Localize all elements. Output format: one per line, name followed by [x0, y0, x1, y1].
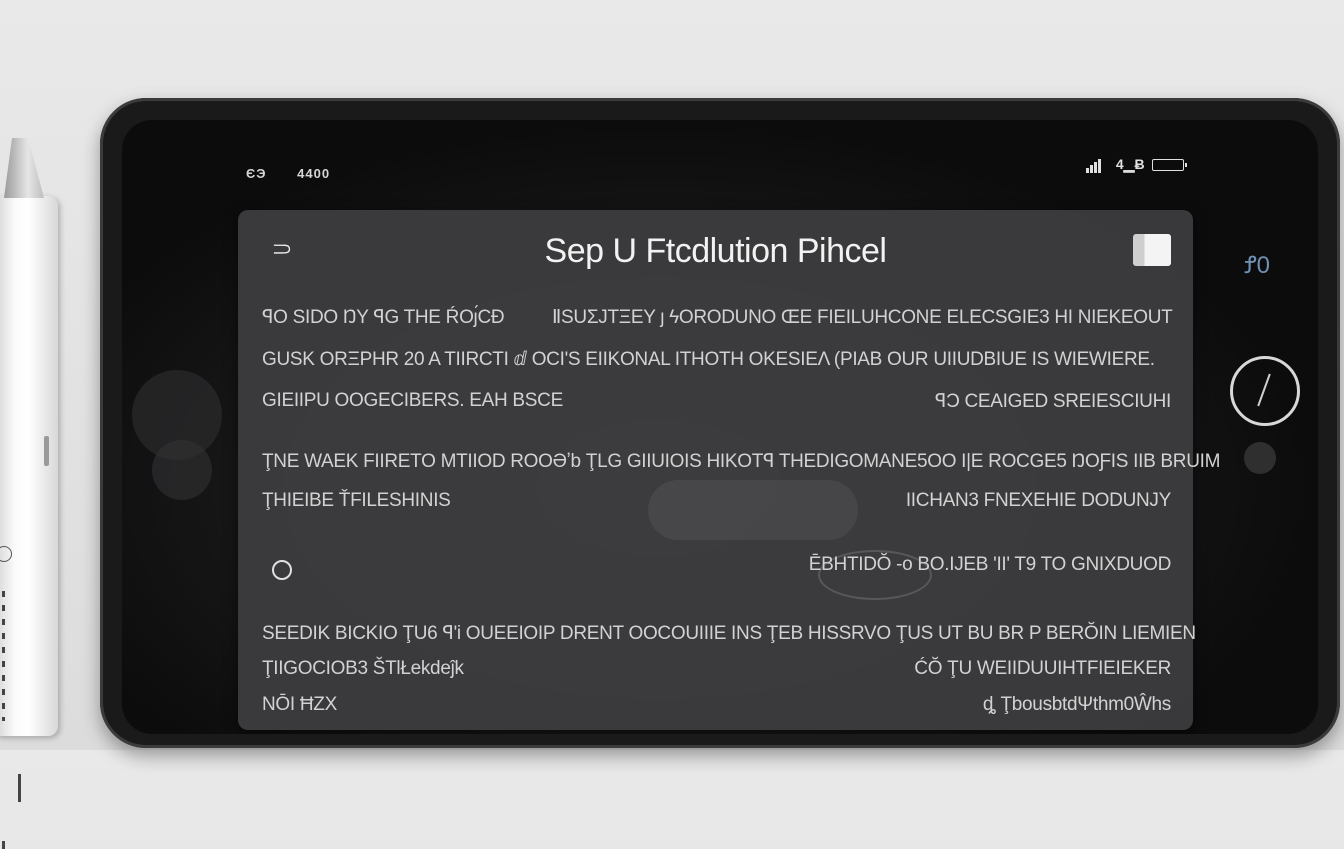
tablet-screen: ЄЭ 4400 4▁Ƀ Ꝭ0 ⸧ Sep U Ftcdlution Pihcel…: [122, 120, 1318, 734]
stylus-marking: [2, 591, 5, 721]
row-text: ȡ ŢbousbtdΨthm0Ŵhs: [982, 694, 1171, 715]
row-text: ꟼO SIDO ŊY ꟼG THE ŔOȷ́CÐ: [262, 307, 505, 328]
row-text: ĆŎ ŢU WEIIDUUIHTFIEIEKER: [914, 658, 1171, 679]
radio-button[interactable]: [272, 560, 292, 580]
dialog-title: Sep U Ftcdlution Pihcel: [544, 232, 887, 270]
row-text: ŢIIGOCIOB3 ŠTlŁekdeĵk: [262, 658, 464, 679]
side-label: Ꝭ0: [1244, 252, 1271, 279]
stylus: [0, 196, 58, 849]
status-text-a: ЄЭ: [246, 166, 267, 181]
row-text: SEEDIK BICKIO ŢU6 ꟼ'i OUEEIOIP DRENT OOC…: [262, 623, 1196, 644]
background-shape: [152, 440, 212, 500]
signal-icon: [1086, 159, 1102, 173]
stylus-tip: [4, 138, 44, 198]
stylus-button: [0, 546, 12, 562]
background-shape: [648, 480, 858, 540]
row-text: ŢNE WAEK FIIRETO MTIIOD ROOƏʼb ŢLG GIIUI…: [262, 451, 1221, 472]
row-text: ⅡSUΣJTΞEY ȷ ϟORODUNO ŒE FIEILUHCONE ELEC…: [552, 307, 1173, 328]
side-button: [1244, 442, 1276, 474]
row-text: GUSK ORΞPHR 20 A TIIRCTI ⅆ OCI'S EIIKONA…: [262, 349, 1155, 370]
row-text: NŌI ĦZX: [262, 694, 337, 715]
row-text: ĒBHTIDŎ -o BO.IJEB 'II' T9 TO GNIXDUOD: [808, 554, 1172, 575]
row-text: ꟼƆ CEAIGED SREIESCIUHI: [934, 391, 1171, 412]
status-text: 4▁Ƀ: [1115, 156, 1145, 172]
tablet-device: ЄЭ 4400 4▁Ƀ Ꝭ0 ⸧ Sep U Ftcdlution Pihcel…: [100, 98, 1340, 748]
status-bar-left: ЄЭ 4400: [246, 166, 330, 181]
camera-ring-icon[interactable]: [1230, 356, 1300, 426]
battery-icon: [1152, 159, 1188, 172]
row-text: IICHAN3 FNEXEHIE DODUNJY: [905, 490, 1171, 511]
row-text: GIEIIPU OOGECIBERS. EAH BSCE: [262, 390, 563, 411]
status-bar-right: 4▁Ƀ: [1086, 156, 1188, 173]
stylus-clip: [44, 436, 49, 466]
stylus-line: [2, 841, 5, 849]
window-icon[interactable]: [1133, 234, 1171, 266]
stylus-line: [18, 774, 21, 802]
row-text: ŢHIEIBE ŤFILESHINIS: [262, 490, 451, 511]
dialog-panel: ⸧ Sep U Ftcdlution Pihcel ꟼO SIDO ŊY ꟼG …: [238, 210, 1220, 730]
status-text-b: 4400: [297, 166, 331, 181]
